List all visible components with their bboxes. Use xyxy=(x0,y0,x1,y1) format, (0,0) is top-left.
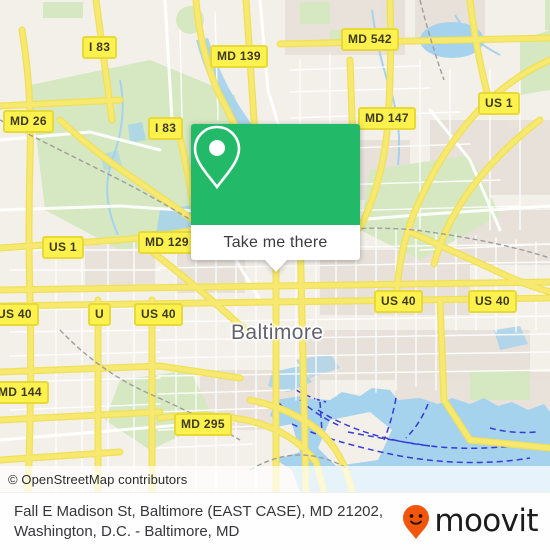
callout-tail-pointer xyxy=(264,260,287,272)
route-shield: US 1 xyxy=(42,236,84,259)
route-shield: MD 139 xyxy=(210,45,268,68)
route-shield: I 83 xyxy=(148,117,184,140)
take-me-there-button[interactable]: Take me there xyxy=(191,225,360,260)
moovit-logo[interactable]: moovit xyxy=(401,503,539,540)
map-canvas[interactable]: .rd-major{stroke:#f7e96f;stroke-linecap:… xyxy=(0,0,550,492)
footer-bar: Fall E Madison St, Baltimore (EAST CASE)… xyxy=(0,492,550,550)
location-callout-card[interactable]: Take me there xyxy=(191,124,360,272)
route-shield: MD 144 xyxy=(0,381,49,404)
moovit-map-screenshot: .rd-major{stroke:#f7e96f;stroke-linecap:… xyxy=(0,0,550,550)
take-me-there-label: Take me there xyxy=(223,233,328,251)
route-shield: MD 147 xyxy=(358,107,416,130)
route-shield: US 1 xyxy=(478,92,520,115)
route-shield: US 40 xyxy=(0,303,39,326)
route-shield: I 83 xyxy=(82,36,118,59)
route-shield: U xyxy=(88,303,111,326)
osm-attribution-bar: © OpenStreetMap contributors xyxy=(0,466,550,492)
city-label-baltimore: Baltimore xyxy=(231,321,324,344)
address-text: Fall E Madison St, Baltimore (EAST CASE)… xyxy=(14,502,384,540)
route-shield: US 40 xyxy=(134,303,183,326)
route-shield: MD 542 xyxy=(341,28,399,51)
route-shield: US 40 xyxy=(374,290,423,313)
moovit-smiling-pin-icon xyxy=(403,504,430,539)
callout-pin-area xyxy=(191,124,360,225)
route-shield: MD 26 xyxy=(3,110,54,133)
map-pin-icon xyxy=(193,125,241,190)
route-shield: MD 295 xyxy=(174,413,232,436)
moovit-wordmark: moovit xyxy=(434,503,538,539)
route-shield: MD 129 xyxy=(138,231,196,254)
osm-attribution-text: © OpenStreetMap contributors xyxy=(8,471,188,487)
route-shield: US 40 xyxy=(468,290,517,313)
